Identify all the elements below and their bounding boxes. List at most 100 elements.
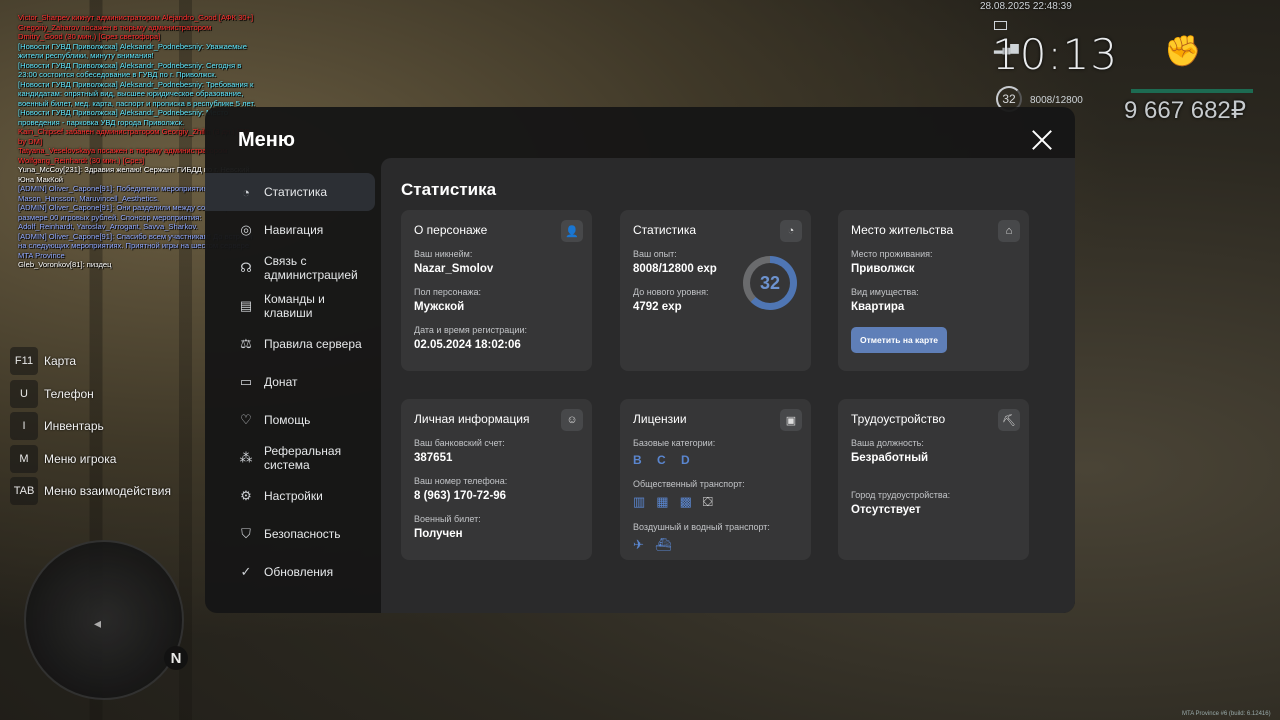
mark-on-map-button[interactable]: Отметить на карте xyxy=(851,327,947,353)
check-circle-icon: ✓ xyxy=(240,564,252,579)
menu-title: Меню xyxy=(238,129,295,151)
gender-value: Мужской xyxy=(414,301,465,313)
hud-date: 28.08.2025 22:48:39 xyxy=(980,1,1072,12)
nav-item-help[interactable]: ♡ Помощь xyxy=(205,401,380,439)
heart-hands-icon: ♡ xyxy=(240,412,252,427)
hotkey-key: M xyxy=(10,444,38,473)
document-icon: ▤ xyxy=(239,298,253,313)
chat-line: [Новости ГУВД Приволжска] Aleksandr_Podn… xyxy=(18,79,256,108)
hotkey-phone[interactable]: U Телефон xyxy=(10,378,171,411)
card-employment: Трудоустройство ⛏ Ваша должность: Безраб… xyxy=(838,399,1029,560)
nickname-value: Nazar_Smolov xyxy=(414,263,494,275)
registration-label: Дата и время регистрации: xyxy=(414,325,527,335)
military-value: Получен xyxy=(414,528,463,540)
nav-label: Команды и клавиши xyxy=(264,292,325,320)
military-label: Военный билет: xyxy=(414,514,481,524)
hud-clock: 10:13 xyxy=(992,30,1119,79)
hotkey-inventory[interactable]: I Инвентарь xyxy=(10,410,171,443)
nav-label: Реферальная система xyxy=(264,444,342,472)
card-licenses: Лицензии ▣ Базовые категории: B C D Обще… xyxy=(620,399,811,560)
scales-icon: ⚖ xyxy=(240,336,252,351)
gear-icon: ⚙ xyxy=(240,488,252,503)
nav-label: Настройки xyxy=(264,489,323,503)
face-icon: ☺ xyxy=(561,409,583,431)
card-title: Место жительства xyxy=(851,223,954,237)
player-arrow-icon: ◂ xyxy=(94,615,102,631)
shield-icon: ⛉ xyxy=(241,526,251,541)
hotkey-key: U xyxy=(10,379,38,408)
nav-label: Помощь xyxy=(264,413,311,427)
gender-label: Пол персонажа: xyxy=(414,287,482,297)
hotkey-player-menu[interactable]: M Меню игрока xyxy=(10,443,171,476)
nav-label: Связь с администрацией xyxy=(264,254,358,282)
chart-icon: ◔ xyxy=(242,184,250,200)
registration-value: 02.05.2024 18:02:06 xyxy=(414,339,521,351)
nav-item-referral[interactable]: ⁂ Реферальная система xyxy=(205,439,380,477)
bank-value: 387651 xyxy=(414,452,453,464)
bus-icon: ▥ xyxy=(633,494,646,509)
nav-item-navigation[interactable]: ◎ Навигация xyxy=(205,211,380,249)
wallet-icon: ▭ xyxy=(239,374,253,389)
pickaxe-icon: ⛏ xyxy=(998,409,1020,431)
chat-line: Victor_Sharpev кикнут администратором Al… xyxy=(18,13,254,22)
residence-value: Приволжск xyxy=(851,263,915,275)
north-marker: N xyxy=(164,646,188,670)
build-version: MTA Province #6 (build: 6.12416) xyxy=(1182,711,1271,717)
card-residence: Место жительства ⌂ Место проживания: При… xyxy=(838,210,1029,371)
hotkey-key: TAB xyxy=(10,477,38,506)
phone-value: 8 (963) 170-72-96 xyxy=(414,490,507,502)
bank-label: Ваш банковский счет: xyxy=(414,438,505,448)
nav-item-commands[interactable]: ▤ Команды и клавиши xyxy=(205,287,380,325)
property-value: Квартира xyxy=(851,301,905,313)
nav-item-updates[interactable]: ✓ Обновления xyxy=(205,553,380,591)
health-bar xyxy=(1131,89,1253,93)
nav-item-settings[interactable]: ⚙ Настройки xyxy=(205,477,380,515)
menu-sidebar: ◔ Статистика ◎ Навигация ☊ Связь с админист… xyxy=(205,173,380,591)
phone-label: Ваш номер телефона: xyxy=(414,476,508,486)
home-icon: ⌂ xyxy=(998,220,1020,242)
compass-icon: ◎ xyxy=(240,222,252,237)
metro-icon: ⛋ xyxy=(702,494,713,509)
chat-line: [Новости ГУВД Приволжска] Aleksandr_Podn… xyxy=(18,60,242,80)
nav-item-rules[interactable]: ⚖ Правила сервера xyxy=(205,325,380,363)
residence-label: Место проживания: xyxy=(851,249,933,259)
stats-content: Статистика О персонаже 👤 Ваш никнейм: Na… xyxy=(381,158,1075,613)
plane-icon: ✈ xyxy=(633,537,644,552)
nav-label: Навигация xyxy=(264,223,324,237)
nav-item-donate[interactable]: ▭ Донат xyxy=(205,363,380,401)
nav-item-security[interactable]: ⛉ Безопасность xyxy=(205,515,380,553)
hotkey-label: Телефон xyxy=(44,386,94,401)
nav-label: Донат xyxy=(264,375,298,389)
hud-exp: 8008/12800 xyxy=(1030,95,1083,106)
close-icon[interactable] xyxy=(1031,129,1053,151)
tram-icon: ▩ xyxy=(679,494,692,509)
card-title: Трудоустройство xyxy=(851,412,946,426)
nav-item-contact-admin[interactable]: ☊ Связь с администрацией xyxy=(205,249,380,287)
card-title: Личная информация xyxy=(414,412,530,426)
nav-label: Правила сервера xyxy=(264,337,362,351)
user-icon: 👤 xyxy=(561,220,583,242)
card-title: Статистика xyxy=(633,223,697,237)
hotkey-interaction-menu[interactable]: TAB Меню взаимодействия xyxy=(10,475,171,508)
level-value: 32 xyxy=(750,263,790,303)
air-water-icons: ✈ ⛴ xyxy=(633,537,798,553)
license-icon: ▣ xyxy=(780,409,802,431)
hotkey-label: Меню игрока xyxy=(44,451,117,466)
nav-label: Статистика xyxy=(264,185,328,199)
position-value: Безработный xyxy=(851,452,929,464)
hotkey-map[interactable]: F11 Карта xyxy=(10,345,171,378)
page-title: Статистика xyxy=(401,180,497,199)
chat-line: [Новости ГУВД Приволжска] Aleksandr_Podn… xyxy=(18,41,247,61)
people-icon: ⁂ xyxy=(239,450,253,465)
categories-label: Базовые категории: xyxy=(633,438,716,448)
card-title: Лицензии xyxy=(633,412,687,426)
hotkey-label: Карта xyxy=(44,354,77,369)
nav-item-statistics[interactable]: ◔ Статистика xyxy=(205,173,375,211)
hotkey-label: Меню взаимодействия xyxy=(44,484,171,499)
headset-icon: ☊ xyxy=(240,260,252,275)
hotkey-key: I xyxy=(10,412,38,441)
chat-line: Gregoriy_Zaharov посажен в тюрьму админи… xyxy=(18,22,212,42)
fist-icon: ✊ xyxy=(1164,35,1202,68)
property-label: Вид имущества: xyxy=(851,287,919,297)
hotkey-label: Инвентарь xyxy=(44,419,104,434)
